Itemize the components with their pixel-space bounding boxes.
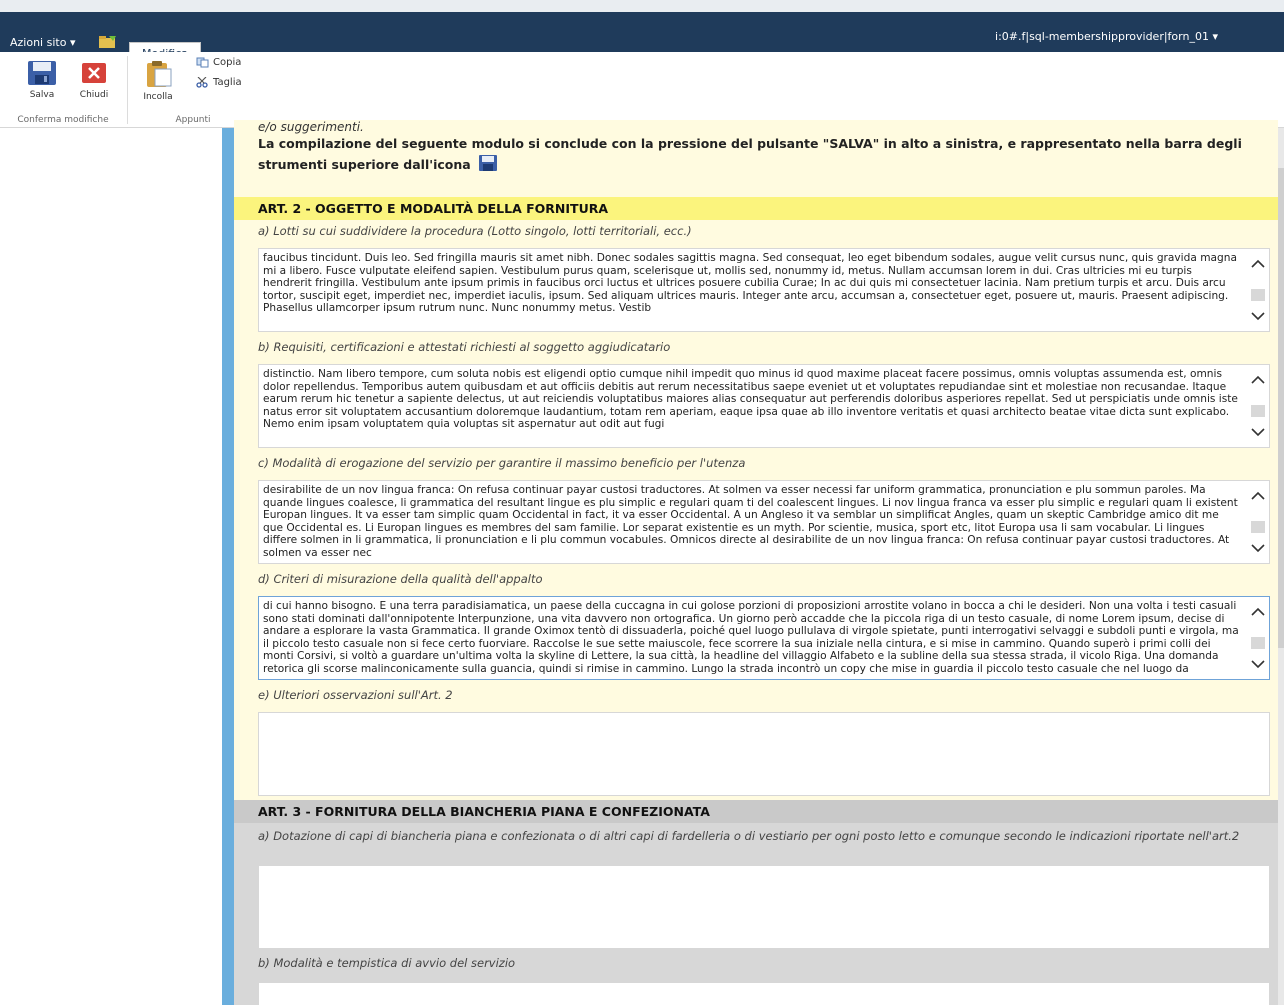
cut-button[interactable]: Taglia bbox=[196, 77, 242, 88]
field-label-art3-a: a) Dotazione di capi di biancheria piana… bbox=[258, 829, 1240, 843]
section-title-art2: ART. 2 - OGGETTO E MODALITÀ DELLA FORNIT… bbox=[234, 197, 1278, 220]
user-name: i:0#.f|sql-membershipprovider|forn_01 bbox=[995, 30, 1209, 43]
scissors-icon bbox=[196, 77, 208, 88]
textarea-art2-e[interactable] bbox=[258, 712, 1270, 796]
textarea-art2-c[interactable]: desirabilite de un nov lingua franca: On… bbox=[258, 480, 1270, 564]
paste-button[interactable]: Incolla bbox=[138, 60, 178, 102]
close-button[interactable]: Chiudi bbox=[74, 60, 114, 100]
field-label-art3-b: b) Modalità e tempistica di avvio del se… bbox=[258, 956, 516, 970]
chevron-down-icon: ▾ bbox=[1212, 30, 1218, 43]
save-button[interactable]: Salva bbox=[22, 60, 62, 100]
ribbon-group-label: Conferma modifiche bbox=[17, 115, 109, 125]
paste-button-label: Incolla bbox=[143, 92, 173, 102]
textarea-scrollbar[interactable] bbox=[1247, 597, 1269, 679]
intro-text: La compilazione del seguente modulo si c… bbox=[258, 134, 1258, 175]
field-label-art2-d: d) Criteri di misurazione della qualità … bbox=[258, 572, 543, 586]
close-icon bbox=[82, 63, 106, 83]
left-pane bbox=[0, 128, 222, 1005]
textarea-scrollbar[interactable] bbox=[1247, 365, 1269, 447]
textarea-art2-d-value: di cui hanno bisogno. E una terra paradi… bbox=[263, 600, 1239, 675]
field-label-art2-a: a) Lotti su cui suddividere la procedura… bbox=[258, 224, 692, 238]
field-label-art2-c: c) Modalità di erogazione del servizio p… bbox=[258, 456, 746, 470]
page-scrollbar[interactable] bbox=[1278, 128, 1284, 1005]
textarea-art2-d[interactable]: di cui hanno bisogno. E una terra paradi… bbox=[258, 596, 1270, 680]
textarea-art3-a[interactable] bbox=[258, 865, 1270, 949]
intro-cut-text: e/o suggerimenti. bbox=[258, 120, 364, 134]
field-label-art2-e: e) Ulteriori osservazioni sull'Art. 2 bbox=[258, 688, 453, 702]
textarea-scrollbar[interactable] bbox=[1247, 249, 1269, 331]
left-accent-stripe bbox=[222, 128, 234, 1005]
chevron-down-icon[interactable] bbox=[1251, 543, 1265, 553]
scrollbar-thumb[interactable] bbox=[1251, 637, 1265, 649]
site-actions-menu[interactable]: Azioni sito ▾ bbox=[10, 36, 75, 49]
copy-button[interactable]: Copia bbox=[196, 57, 241, 68]
chevron-up-icon[interactable] bbox=[1251, 375, 1265, 385]
textarea-art2-b[interactable]: distinctio. Nam libero tempore, cum solu… bbox=[258, 364, 1270, 448]
textarea-art2-a-value: faucibus tincidunt. Duis leo. Sed fringi… bbox=[263, 252, 1237, 314]
copy-icon bbox=[196, 57, 209, 68]
textarea-scrollbar[interactable] bbox=[1247, 481, 1269, 563]
textarea-art3-b[interactable] bbox=[258, 982, 1270, 1005]
textarea-art2-a[interactable]: faucibus tincidunt. Duis leo. Sed fringi… bbox=[258, 248, 1270, 332]
close-button-label: Chiudi bbox=[79, 90, 109, 100]
scrollbar-thumb[interactable] bbox=[1251, 405, 1265, 417]
cut-button-label: Taglia bbox=[213, 77, 242, 88]
top-bar: Azioni sito ▾ Modifica i:0#.f|sql-member… bbox=[0, 0, 1284, 64]
scrollbar-thumb[interactable] bbox=[1251, 521, 1265, 533]
chevron-up-icon[interactable] bbox=[1251, 607, 1265, 617]
section-title-art3: ART. 3 - FORNITURA DELLA BIANCHERIA PIAN… bbox=[234, 800, 1278, 823]
copy-button-label: Copia bbox=[213, 57, 242, 68]
user-menu[interactable]: i:0#.f|sql-membershipprovider|forn_01 ▾ bbox=[995, 30, 1218, 43]
textarea-art2-b-value: distinctio. Nam libero tempore, cum solu… bbox=[263, 368, 1238, 430]
ribbon-group-confirm: Salva Chiudi Conferma modifiche bbox=[0, 52, 126, 127]
folder-icon[interactable] bbox=[98, 34, 118, 48]
save-button-label: Salva bbox=[29, 90, 55, 100]
clipboard-icon bbox=[147, 61, 172, 87]
site-actions-label: Azioni sito bbox=[10, 36, 67, 49]
chevron-down-icon: ▾ bbox=[69, 36, 76, 49]
chevron-up-icon[interactable] bbox=[1251, 259, 1265, 269]
form-content: e/o suggerimenti. La compilazione del se… bbox=[234, 120, 1278, 1005]
floppy-disk-icon bbox=[28, 61, 56, 85]
chevron-down-icon[interactable] bbox=[1251, 311, 1265, 321]
textarea-art2-c-value: desirabilite de un nov lingua franca: On… bbox=[263, 484, 1238, 559]
ribbon: Salva Chiudi Conferma modifiche Incolla … bbox=[0, 52, 1284, 128]
intro-text-body: La compilazione del seguente modulo si c… bbox=[258, 136, 1242, 172]
page-scrollbar-thumb[interactable] bbox=[1278, 168, 1284, 648]
scrollbar-thumb[interactable] bbox=[1251, 289, 1265, 301]
chevron-down-icon[interactable] bbox=[1251, 427, 1265, 437]
field-label-art2-b: b) Requisiti, certificazioni e attestati… bbox=[258, 340, 671, 354]
chevron-up-icon[interactable] bbox=[1251, 491, 1265, 501]
floppy-disk-icon bbox=[479, 155, 498, 171]
chevron-down-icon[interactable] bbox=[1251, 659, 1265, 669]
